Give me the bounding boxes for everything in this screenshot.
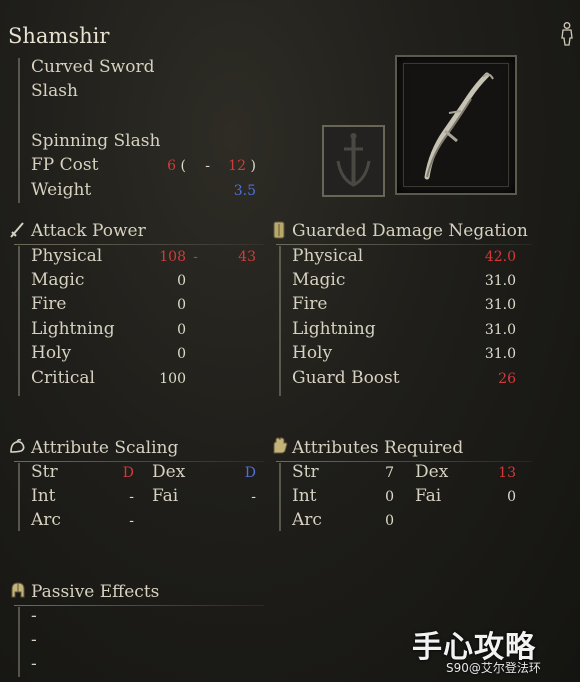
scaling-fai-value: - bbox=[251, 489, 256, 505]
guard-row-label: Physical bbox=[292, 246, 364, 266]
guard-row-value: 31.0 bbox=[484, 322, 516, 338]
attack-row-label: Critical bbox=[31, 368, 95, 388]
attack-row-label: Fire bbox=[31, 294, 67, 314]
attack-row-value: 0 bbox=[177, 297, 186, 313]
weight-label: Weight bbox=[31, 180, 92, 200]
attack-row-value: 0 bbox=[177, 273, 186, 289]
shield-icon bbox=[272, 220, 286, 240]
passive-item: - bbox=[31, 630, 37, 650]
guard-row-value: 31.0 bbox=[484, 297, 516, 313]
required-dex-label: Dex bbox=[415, 462, 449, 482]
attack-row-label: Magic bbox=[31, 270, 85, 290]
scaling-str-label: Str bbox=[31, 462, 58, 482]
person-figure-icon[interactable] bbox=[560, 22, 574, 46]
scaling-int-label: Int bbox=[31, 486, 56, 506]
passive-item: - bbox=[31, 654, 37, 674]
passive-item: - bbox=[31, 606, 37, 626]
guard-row-value: 26 bbox=[498, 371, 516, 387]
guard-row-label: Guard Boost bbox=[292, 368, 400, 388]
guard-row-value: 31.0 bbox=[484, 346, 516, 362]
watermark-sub: S90@艾尔登法环 bbox=[446, 661, 541, 675]
scaling-arc-value: - bbox=[129, 513, 134, 529]
guard-row-label: Fire bbox=[292, 294, 328, 314]
fp-close-paren: ) bbox=[250, 158, 256, 174]
attack-power-header: Attack Power bbox=[31, 221, 146, 241]
guard-row-label: Holy bbox=[292, 343, 333, 363]
hand-icon bbox=[270, 437, 290, 455]
ash-of-war-icon bbox=[322, 125, 385, 197]
weapon-name: Shamshir bbox=[8, 24, 110, 48]
required-int-value: 0 bbox=[385, 489, 394, 505]
fp-cost-b: 12 bbox=[228, 158, 246, 174]
fp-cost-a: 6 bbox=[167, 158, 176, 174]
damage-type: Slash bbox=[31, 81, 78, 101]
scaling-dex-label: Dex bbox=[152, 462, 186, 482]
guard-row-value: 31.0 bbox=[484, 273, 516, 289]
attack-row-label: Lightning bbox=[31, 319, 115, 339]
arm-icon bbox=[8, 437, 28, 455]
guard-row-label: Magic bbox=[292, 270, 346, 290]
attack-row-label: Physical bbox=[31, 246, 103, 266]
required-int-label: Int bbox=[292, 486, 317, 506]
weapon-image bbox=[395, 55, 517, 195]
attack-row-extra: 43 bbox=[238, 249, 256, 265]
scaling-dex-value: D bbox=[244, 465, 256, 481]
required-str-value: 7 bbox=[385, 465, 394, 481]
attack-row-value: 100 bbox=[159, 371, 186, 387]
weight-value: 3.5 bbox=[233, 183, 256, 199]
required-arc-value: 0 bbox=[385, 513, 394, 529]
attack-row-sep: - bbox=[193, 249, 198, 265]
guard-row-label: Lightning bbox=[292, 319, 376, 339]
skill-name: Spinning Slash bbox=[31, 131, 161, 151]
helmet-icon bbox=[9, 580, 27, 600]
scaling-str-value: D bbox=[122, 465, 134, 481]
required-fai-label: Fai bbox=[415, 486, 442, 506]
guard-row-value: 42.0 bbox=[484, 249, 516, 265]
scaling-fai-label: Fai bbox=[152, 486, 179, 506]
attack-row-label: Holy bbox=[31, 343, 72, 363]
scaling-arc-label: Arc bbox=[31, 510, 61, 530]
scaling-int-value: - bbox=[129, 489, 134, 505]
attack-row-value: 0 bbox=[177, 322, 186, 338]
required-header: Attributes Required bbox=[292, 438, 464, 458]
required-fai-value: 0 bbox=[507, 489, 516, 505]
required-str-label: Str bbox=[292, 462, 319, 482]
fp-dash: - bbox=[205, 158, 210, 174]
fp-open-paren: ( bbox=[180, 158, 186, 174]
required-arc-label: Arc bbox=[292, 510, 322, 530]
scaling-header: Attribute Scaling bbox=[31, 438, 179, 458]
passive-header: Passive Effects bbox=[31, 582, 160, 602]
attack-row-value: 0 bbox=[177, 346, 186, 362]
fp-cost-label: FP Cost bbox=[31, 155, 99, 175]
attack-row-value: 108 bbox=[159, 249, 186, 265]
required-dex-value: 13 bbox=[498, 465, 516, 481]
guard-header: Guarded Damage Negation bbox=[292, 221, 528, 241]
sword-icon bbox=[8, 220, 26, 240]
weapon-type: Curved Sword bbox=[31, 57, 155, 77]
